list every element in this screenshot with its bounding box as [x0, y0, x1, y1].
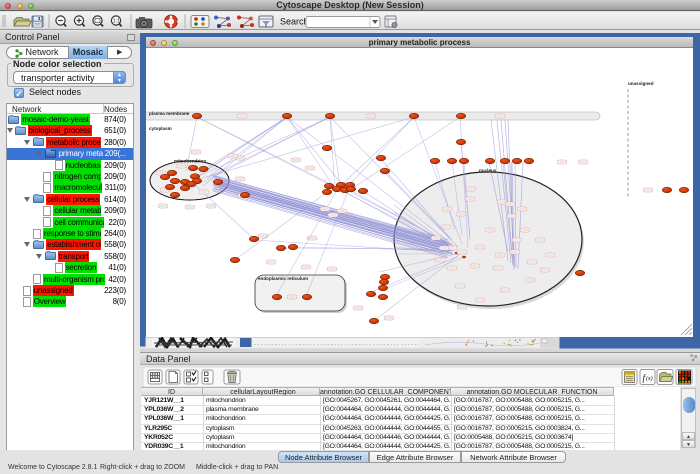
svg-text:plasma membrane: plasma membrane	[149, 111, 190, 116]
svg-text:cytoplasm: cytoplasm	[149, 126, 172, 131]
svg-text:1:1: 1:1	[113, 19, 120, 25]
svg-text:unassigned: unassigned	[628, 81, 654, 86]
svg-text:mitochondrion: mitochondrion	[174, 159, 206, 164]
svg-text:nucleus: nucleus	[479, 168, 497, 173]
svg-text:endoplasmic reticulum: endoplasmic reticulum	[258, 276, 308, 281]
svg-text:(x): (x)	[646, 375, 653, 382]
